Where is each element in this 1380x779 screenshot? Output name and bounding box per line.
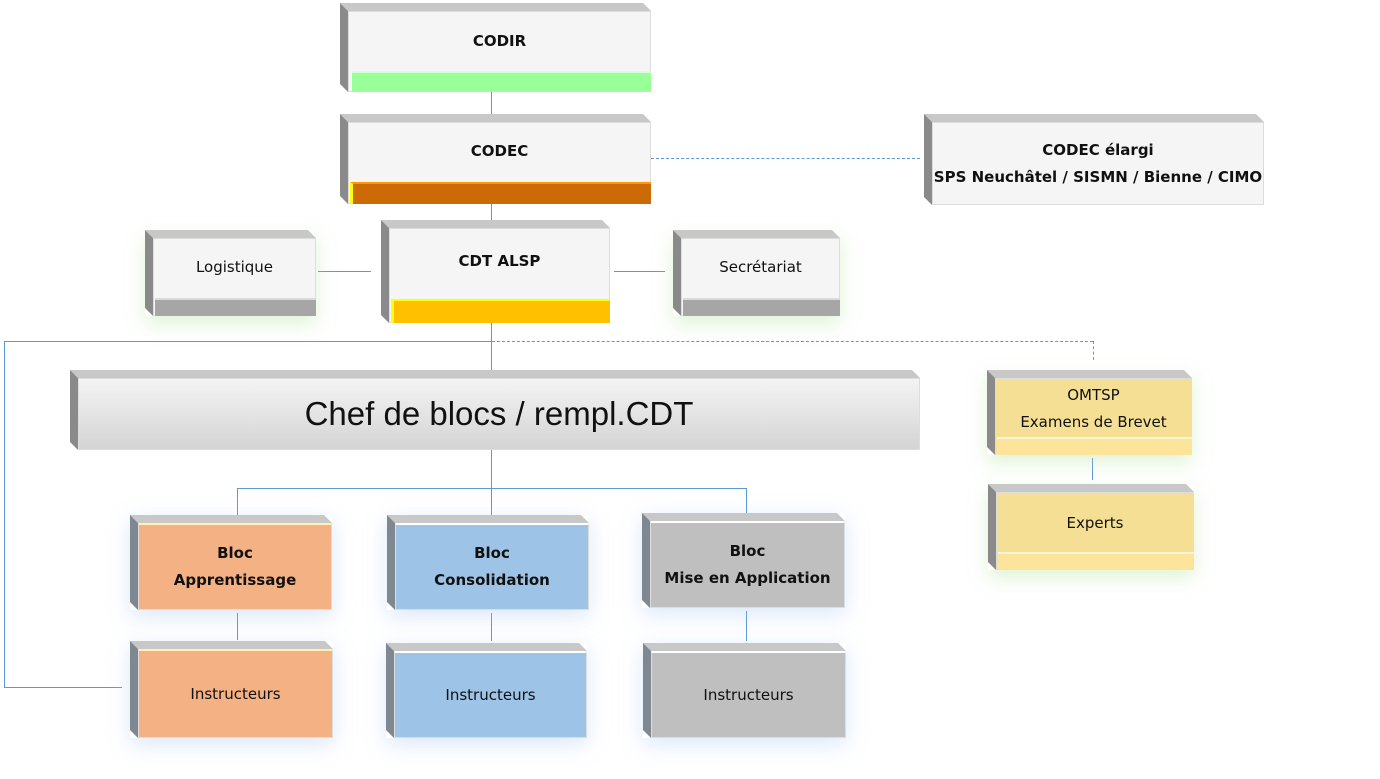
node-sublabel: SPS Neuchâtel / SISMN / Bienne / CIMO — [933, 167, 1263, 186]
connector — [1092, 458, 1093, 480]
dashed-connector — [492, 341, 1093, 342]
node-codec-elargi[interactable]: CODEC élargi SPS Neuchâtel / SISMN / Bien… — [924, 114, 1264, 205]
node-label: CODEC élargi — [1042, 140, 1154, 159]
node-instructeurs-apprentissage[interactable]: Instructeurs — [130, 641, 333, 738]
node-sublabel: Consolidation — [434, 571, 550, 589]
node-bloc-consolidation[interactable]: Bloc Consolidation — [387, 515, 589, 610]
node-label: Instructeurs — [445, 685, 536, 704]
connector — [614, 271, 665, 272]
node-label: Instructeurs — [190, 684, 281, 703]
node-label: CODIR — [472, 32, 527, 50]
connector — [4, 341, 5, 687]
node-bloc-apprentissage[interactable]: Bloc Apprentissage — [130, 515, 332, 610]
node-bloc-mise-en-application[interactable]: Bloc Mise en Application — [642, 513, 845, 608]
connector — [491, 450, 492, 488]
connector — [4, 341, 492, 342]
node-codir[interactable]: CODIR — [340, 3, 651, 92]
node-sublabel: Examens de Brevet — [1020, 412, 1167, 431]
node-sublabel: Apprentissage — [173, 571, 297, 589]
connector — [491, 92, 492, 114]
node-omtsp[interactable]: OMTSP Examens de Brevet — [987, 370, 1192, 455]
node-experts[interactable]: Experts — [988, 484, 1194, 570]
node-label: OMTSP — [1067, 385, 1120, 404]
connector — [491, 323, 492, 370]
node-instructeurs-consolidation[interactable]: Instructeurs — [386, 643, 587, 738]
node-label: Logistique — [195, 257, 274, 276]
connector — [491, 613, 492, 641]
connector — [237, 488, 238, 515]
connector — [4, 687, 122, 688]
connector — [237, 613, 238, 640]
connector — [491, 204, 492, 220]
connector — [237, 488, 747, 489]
dashed-connector — [651, 158, 920, 159]
node-label: Secrétariat — [719, 257, 802, 276]
node-label: CODEC — [470, 141, 529, 160]
node-label: Experts — [1066, 513, 1124, 532]
node-label: Chef de blocs / rempl.CDT — [304, 395, 694, 432]
node-label: CDT ALSP — [458, 252, 541, 270]
node-chef-de-blocs[interactable]: Chef de blocs / rempl.CDT — [70, 370, 920, 450]
node-label: Bloc — [729, 542, 766, 560]
node-label: Bloc — [474, 544, 510, 562]
connector — [491, 488, 492, 515]
node-label: Instructeurs — [703, 685, 794, 704]
node-codec[interactable]: CODEC — [340, 114, 651, 204]
connector — [746, 488, 747, 513]
connector — [746, 611, 747, 641]
dashed-connector — [1093, 341, 1094, 360]
node-label: Bloc — [217, 544, 253, 562]
node-cdt-alsp[interactable]: CDT ALSP — [381, 220, 610, 323]
connector — [318, 271, 371, 272]
node-logistique[interactable]: Logistique — [145, 230, 316, 316]
node-instructeurs-mise-en-application[interactable]: Instructeurs — [643, 643, 846, 738]
node-secretariat[interactable]: Secrétariat — [673, 230, 840, 316]
node-sublabel: Mise en Application — [664, 569, 831, 587]
